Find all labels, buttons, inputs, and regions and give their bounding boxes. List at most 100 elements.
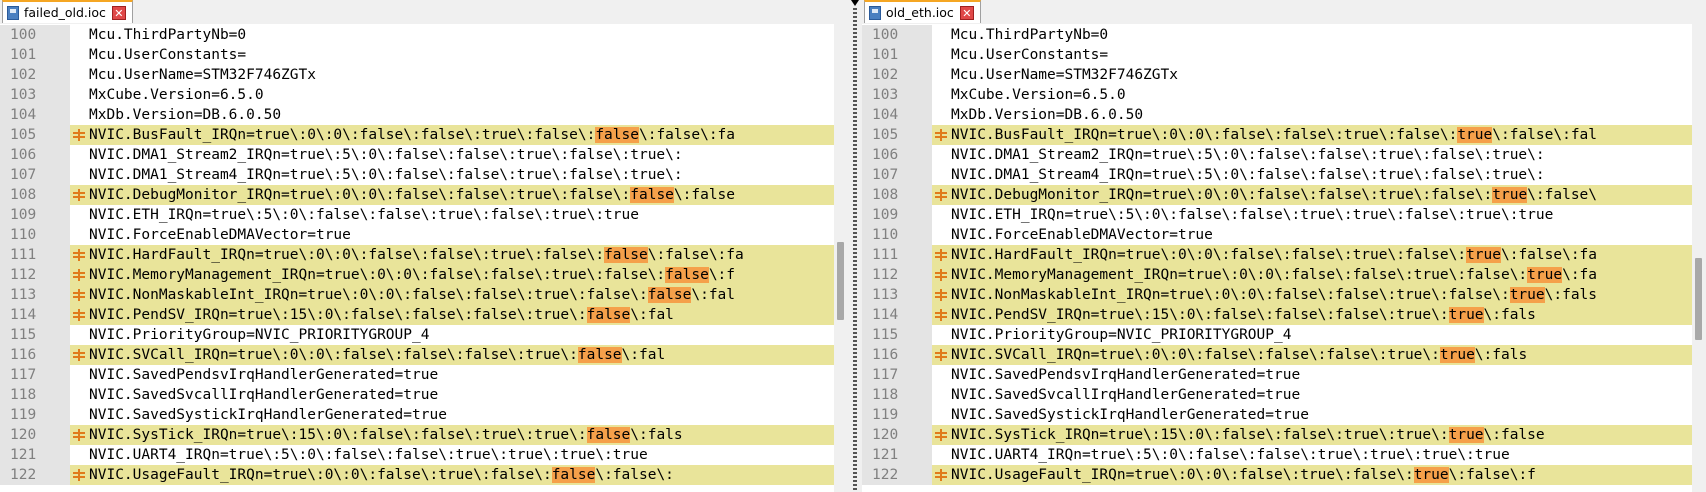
changed-line[interactable]: 122 NVIC.UsageFault_IRQn=true\:0\:0\:fals… (862, 465, 1692, 485)
code-text: NVIC.SavedSvcallIrqHandlerGenerated=true (89, 387, 439, 403)
code-text: NVIC.NonMaskableInt_IRQn=true\:0\:0\:fal… (89, 287, 648, 303)
changed-line[interactable]: 112 NVIC.MemoryManagement_IRQn=true\:0\:0… (862, 265, 1692, 285)
right-editor[interactable]: 100 Mcu.ThirdPartyNb=0 101 Mcu.UserConstant… (862, 24, 1706, 492)
diff-highlight: false (604, 247, 648, 263)
changed-line-marker-icon (935, 269, 947, 281)
line-gutter: 114 (862, 305, 932, 325)
code-line[interactable]: 107 NVIC.DMA1_Stream4_IRQn=true\:5\:0\:fa… (862, 165, 1692, 185)
code-text-tail: \:false (673, 187, 736, 203)
changed-line-marker-icon (935, 469, 947, 481)
code-line[interactable]: 100 Mcu.ThirdPartyNb=0 (0, 25, 834, 45)
code-line[interactable]: 115 NVIC.PriorityGroup=NVIC_PRIORITYGROUP… (0, 325, 834, 345)
code-line[interactable]: 104 MxDb.Version=DB.6.0.50 (0, 105, 834, 125)
line-code: NVIC.SavedPendsvIrqHandlerGenerated=true (951, 365, 1300, 385)
code-line[interactable]: 106 NVIC.DMA1_Stream2_IRQn=true\:5\:0\:fa… (0, 145, 834, 165)
right-scrollbar-thumb[interactable] (1695, 258, 1702, 340)
changed-line[interactable]: 112 NVIC.MemoryManagement_IRQn=true\:0\:0… (0, 265, 834, 285)
line-number: 101 (872, 47, 899, 63)
code-line[interactable]: 103 MxCube.Version=6.5.0 (0, 85, 834, 105)
code-text: NVIC.DMA1_Stream2_IRQn=true\:5\:0\:false… (951, 147, 1545, 163)
code-text: NVIC.DMA1_Stream4_IRQn=true\:5\:0\:false… (951, 167, 1545, 183)
changed-line-marker-icon (935, 249, 947, 261)
left-vertical-scrollbar[interactable] (834, 24, 848, 492)
changed-line[interactable]: 113 NVIC.NonMaskableInt_IRQn=true\:0\:0\:… (0, 285, 834, 305)
code-line[interactable]: 107 NVIC.DMA1_Stream4_IRQn=true\:5\:0\:fa… (0, 165, 834, 185)
line-gutter: 103 (862, 85, 932, 105)
line-gutter: 114 (0, 305, 70, 325)
line-number: 122 (10, 467, 37, 483)
code-text: Mcu.UserConstants= (951, 47, 1109, 63)
code-line[interactable]: 104 MxDb.Version=DB.6.0.50 (862, 105, 1692, 125)
right-vertical-scrollbar[interactable] (1692, 24, 1706, 492)
pane-splitter[interactable] (848, 0, 862, 492)
changed-line[interactable]: 111 NVIC.HardFault_IRQn=true\:0\:0\:false… (0, 245, 834, 265)
code-text: NVIC.PriorityGroup=NVIC_PRIORITYGROUP_4 (951, 327, 1292, 343)
changed-line[interactable]: 122 NVIC.UsageFault_IRQn=true\:0\:0\:fals… (0, 465, 834, 485)
line-code: Mcu.ThirdPartyNb=0 (89, 25, 246, 45)
code-line[interactable]: 119 NVIC.SavedSystickIrqHandlerGenerated=… (862, 405, 1692, 425)
code-line[interactable]: 103 MxCube.Version=6.5.0 (862, 85, 1692, 105)
changed-line[interactable]: 108 NVIC.DebugMonitor_IRQn=true\:0\:0\:fa… (862, 185, 1692, 205)
line-gutter: 110 (0, 225, 70, 245)
changed-line[interactable]: 108 NVIC.DebugMonitor_IRQn=true\:0\:0\:fa… (0, 185, 834, 205)
left-editor[interactable]: 100 Mcu.ThirdPartyNb=0 101 Mcu.UserConstant… (0, 24, 848, 492)
changed-line[interactable]: 105 NVIC.BusFault_IRQn=true\:0\:0\:false\… (0, 125, 834, 145)
right-tab-bar: old_eth.ioc ✕ (862, 0, 1706, 25)
line-number: 105 (10, 127, 37, 143)
changed-line[interactable]: 111 NVIC.HardFault_IRQn=true\:0\:0\:false… (862, 245, 1692, 265)
line-number: 101 (10, 47, 37, 63)
changed-line[interactable]: 116 NVIC.SVCall_IRQn=true\:0\:0\:false\:f… (862, 345, 1692, 365)
code-line[interactable]: 106 NVIC.DMA1_Stream2_IRQn=true\:5\:0\:fa… (862, 145, 1692, 165)
code-line[interactable]: 118 NVIC.SavedSvcallIrqHandlerGenerated=t… (0, 385, 834, 405)
tab-failed-old-ioc[interactable]: failed_old.ioc ✕ (2, 0, 133, 23)
code-text: MxDb.Version=DB.6.0.50 (951, 107, 1144, 123)
code-line[interactable]: 119 NVIC.SavedSystickIrqHandlerGenerated=… (0, 405, 834, 425)
code-line[interactable]: 100 Mcu.ThirdPartyNb=0 (862, 25, 1692, 45)
changed-line[interactable]: 105 NVIC.BusFault_IRQn=true\:0\:0\:false\… (862, 125, 1692, 145)
code-line[interactable]: 117 NVIC.SavedPendsvIrqHandlerGenerated=t… (0, 365, 834, 385)
code-line[interactable]: 110 NVIC.ForceEnableDMAVector=true (0, 225, 834, 245)
changed-line[interactable]: 113 NVIC.NonMaskableInt_IRQn=true\:0\:0\:… (862, 285, 1692, 305)
changed-line[interactable]: 116 NVIC.SVCall_IRQn=true\:0\:0\:false\:f… (0, 345, 834, 365)
line-number: 119 (10, 407, 37, 423)
changed-line[interactable]: 120 NVIC.SysTick_IRQn=true\:15\:0\:false\… (862, 425, 1692, 445)
code-line[interactable]: 109 NVIC.ETH_IRQn=true\:5\:0\:false\:fals… (862, 205, 1692, 225)
left-scrollbar-thumb[interactable] (837, 242, 844, 320)
code-line[interactable]: 102 Mcu.UserName=STM32F746ZGTx (0, 65, 834, 85)
code-line[interactable]: 117 NVIC.SavedPendsvIrqHandlerGenerated=t… (862, 365, 1692, 385)
changed-line[interactable]: 120 NVIC.SysTick_IRQn=true\:15\:0\:false\… (0, 425, 834, 445)
code-text: NVIC.PriorityGroup=NVIC_PRIORITYGROUP_4 (89, 327, 430, 343)
close-icon[interactable]: ✕ (111, 5, 126, 20)
code-text-tail: \:fals (630, 427, 683, 443)
code-line[interactable]: 121 NVIC.UART4_IRQn=true\:5\:0\:false\:fa… (0, 445, 834, 465)
code-line[interactable]: 118 NVIC.SavedSvcallIrqHandlerGenerated=t… (862, 385, 1692, 405)
line-code: NVIC.SavedSvcallIrqHandlerGenerated=true (89, 385, 438, 405)
line-number: 106 (872, 147, 899, 163)
close-icon[interactable]: ✕ (959, 5, 974, 20)
tab-title: old_eth.ioc (886, 5, 954, 20)
tab-old-eth-ioc[interactable]: old_eth.ioc ✕ (864, 0, 981, 23)
code-line[interactable]: 109 NVIC.ETH_IRQn=true\:5\:0\:false\:fals… (0, 205, 834, 225)
code-text-tail: \:fals (1474, 347, 1528, 363)
code-text: NVIC.ETH_IRQn=true\:5\:0\:false\:false\:… (89, 207, 639, 223)
line-code: NVIC.UsageFault_IRQn=true\:0\:0\:false\:… (89, 465, 674, 485)
line-code: NVIC.DebugMonitor_IRQn=true\:0\:0\:false… (951, 185, 1597, 205)
line-code: Mcu.UserConstants= (951, 45, 1108, 65)
code-text: NVIC.SavedSystickIrqHandlerGenerated=tru… (951, 407, 1309, 423)
line-number: 116 (10, 347, 37, 363)
changed-line[interactable]: 114 NVIC.PendSV_IRQn=true\:15\:0\:false\:… (0, 305, 834, 325)
changed-line[interactable]: 114 NVIC.PendSV_IRQn=true\:15\:0\:false\:… (862, 305, 1692, 325)
line-gutter: 112 (0, 265, 70, 285)
code-line[interactable]: 101 Mcu.UserConstants= (0, 45, 834, 65)
code-line[interactable]: 102 Mcu.UserName=STM32F746ZGTx (862, 65, 1692, 85)
line-number: 118 (10, 387, 37, 403)
line-number: 119 (872, 407, 899, 423)
code-line[interactable]: 115 NVIC.PriorityGroup=NVIC_PRIORITYGROUP… (862, 325, 1692, 345)
line-code: NVIC.SysTick_IRQn=true\:15\:0\:false\:fa… (89, 425, 683, 445)
code-text-tail: \:false\:f (1448, 467, 1536, 483)
code-line[interactable]: 101 Mcu.UserConstants= (862, 45, 1692, 65)
line-gutter: 122 (0, 465, 70, 485)
code-line[interactable]: 121 NVIC.UART4_IRQn=true\:5\:0\:false\:fa… (862, 445, 1692, 465)
code-line[interactable]: 110 NVIC.ForceEnableDMAVector=true (862, 225, 1692, 245)
line-number: 107 (872, 167, 899, 183)
